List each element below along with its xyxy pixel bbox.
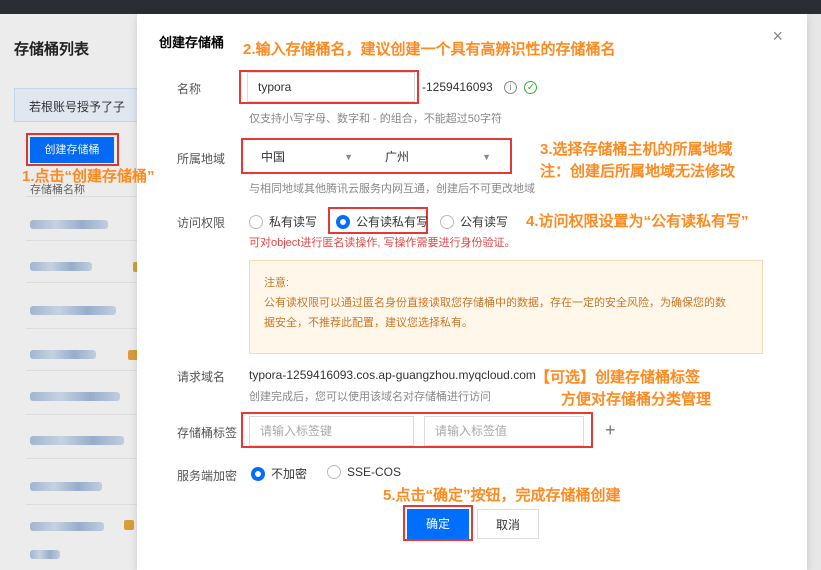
domain-help-text: 创建完成后，您可以使用该域名对存储桶进行访问 — [249, 391, 491, 403]
check-icon: ✓ — [524, 81, 538, 95]
encryption-option-label: SSE-COS — [347, 465, 402, 479]
access-option-label: 公有读写 — [460, 215, 509, 229]
tag-key-placeholder: 请输入标签键 — [260, 424, 333, 438]
access-label: 访问权限 — [177, 216, 226, 230]
bucket-name-input[interactable]: typora — [247, 72, 415, 102]
encryption-option-none[interactable]: 不加密 — [251, 465, 307, 482]
tag-value-input[interactable]: 请输入标签值 — [424, 416, 584, 446]
region-select[interactable]: 中国 ▼ — [249, 142, 365, 172]
annotation-optional-line2: 方便对存储桶分类管理 — [561, 391, 712, 408]
city-select-value: 广州 — [385, 150, 410, 164]
appid-suffix-text: -1259416093 — [422, 80, 493, 94]
access-option-label: 公有读私有写 — [356, 215, 429, 229]
annotation-step3-line1: 3.选择存储桶主机的所属地域 — [540, 141, 733, 158]
access-option-label: 私有读写 — [269, 215, 318, 229]
security-notice: 注意: 公有读权限可以通过匿名身份直接读取您存储桶中的数据，存在一定的安全风险，… — [249, 260, 763, 354]
encryption-label: 服务端加密 — [177, 469, 238, 483]
notice-line: 公有读权限可以通过匿名身份直接读取您存储桶中的数据，存在一定的安全风险，为确保您… — [264, 297, 726, 309]
annotation-step5: 5.点击“确定”按钮，完成存储桶创建 — [383, 487, 621, 504]
encryption-option-label: 不加密 — [271, 467, 308, 481]
annotation-optional-line1: 【可选】创建存储桶标签 — [535, 369, 701, 386]
request-domain: typora-1259416093.cos.ap-guangzhou.myqcl… — [249, 368, 536, 382]
city-select[interactable]: 广州 ▼ — [373, 142, 503, 172]
create-bucket-dialog: 创建存储桶 × 名称 typora -1259416093 i ✓ 仅支持小写字… — [137, 14, 807, 570]
region-select-value: 中国 — [261, 150, 286, 164]
tag-value-placeholder: 请输入标签值 — [435, 424, 508, 438]
radio-selected-icon — [251, 466, 265, 481]
chevron-down-icon: ▼ — [482, 152, 491, 162]
info-icon[interactable]: i — [504, 81, 518, 95]
notice-title: 注意: — [264, 277, 290, 289]
radio-icon — [327, 465, 341, 479]
access-option-private[interactable]: 私有读写 — [249, 213, 317, 230]
radio-selected-icon — [336, 214, 350, 229]
annotation-step4: 4.访问权限设置为“公有读私有写” — [526, 213, 749, 230]
radio-icon — [249, 214, 263, 229]
name-label: 名称 — [177, 82, 202, 96]
access-option-public-read-write[interactable]: 公有读写 — [440, 213, 508, 230]
access-warning-text: 可对object进行匿名读操作, 写操作需要进行身份验证。 — [249, 237, 516, 249]
chevron-down-icon: ▼ — [344, 152, 353, 162]
add-tag-icon[interactable]: + — [605, 420, 616, 441]
cancel-button[interactable]: 取消 — [477, 509, 539, 539]
tags-label: 存储桶标签 — [177, 426, 238, 440]
access-option-public-read[interactable]: 公有读私有写 — [336, 213, 428, 230]
close-icon[interactable]: × — [772, 26, 783, 47]
region-help-text: 与相同地域其他腾讯云服务内网互通，创建后不可更改地域 — [249, 183, 535, 195]
annotation-step1: 1.点击“创建存储桶” — [22, 168, 155, 185]
name-help-text: 仅支持小写字母、数字和 - 的组合，不能超过50字符 — [249, 113, 503, 125]
region-label: 所属地域 — [177, 152, 226, 166]
annotation-step2: 2.输入存储桶名，建议创建一个具有高辨识性的存储桶名 — [243, 41, 616, 58]
dialog-title: 创建存储桶 — [159, 35, 225, 50]
radio-icon — [440, 214, 454, 229]
ok-button[interactable]: 确定 — [407, 509, 469, 539]
notice-line: 据安全，不推荐此配置，建议您选择私有。 — [264, 317, 473, 329]
encryption-option-sse-cos[interactable]: SSE-COS — [327, 465, 401, 479]
tag-key-input[interactable]: 请输入标签键 — [249, 416, 414, 446]
annotation-step3-line2: 注：创建后所属地域无法修改 — [540, 163, 736, 180]
appid-suffix: -1259416093 i ✓ — [422, 80, 538, 95]
domain-label: 请求域名 — [177, 370, 226, 384]
